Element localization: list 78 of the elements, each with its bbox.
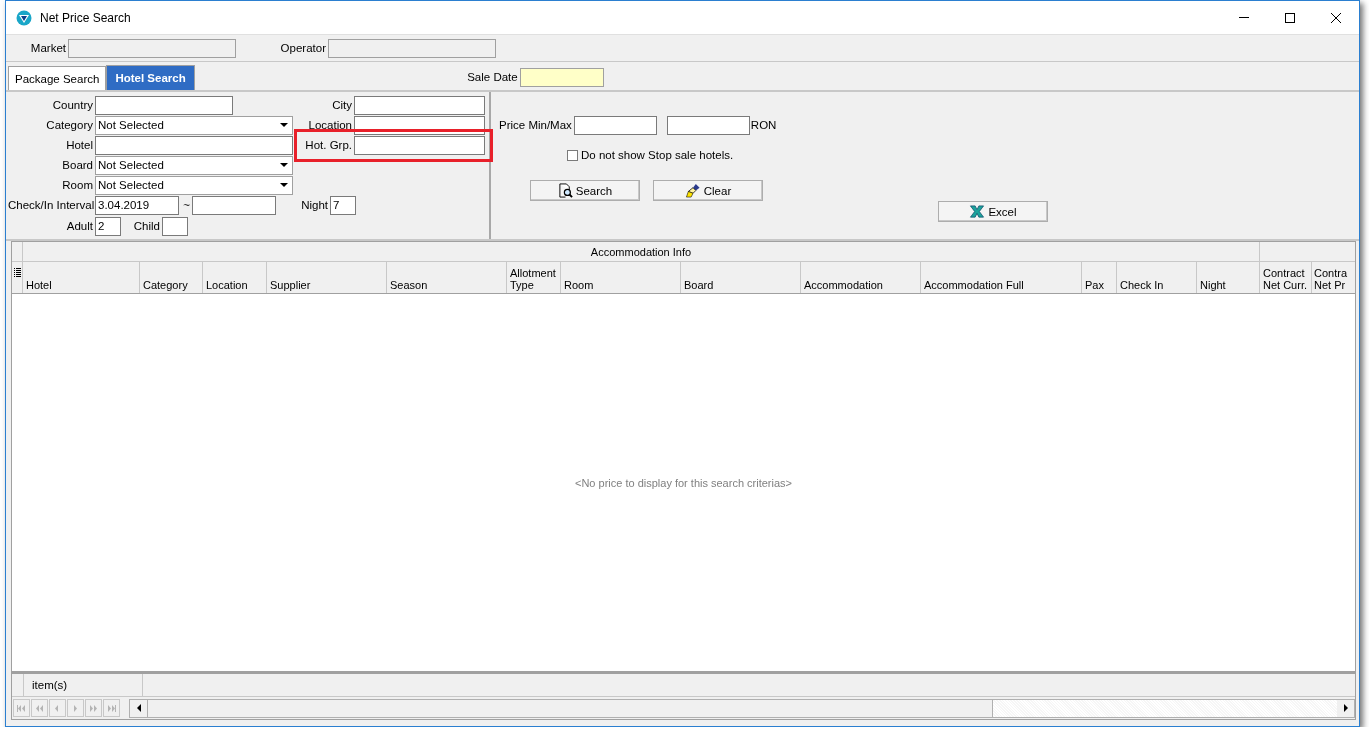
minimize-icon xyxy=(1239,17,1249,18)
tab[interactable]: Package Search xyxy=(8,66,107,90)
app-logo-icon xyxy=(16,9,32,26)
column-header[interactable]: Night xyxy=(1197,262,1260,293)
currency-label: RON xyxy=(750,119,777,131)
column-header[interactable]: Category xyxy=(140,262,203,293)
field-label: Adult xyxy=(65,220,94,232)
field-label: Country xyxy=(51,99,94,111)
column-header[interactable]: Hotel xyxy=(23,262,140,293)
field-label: Price Min/Max xyxy=(499,119,572,131)
item-count: item(s) xyxy=(23,674,143,696)
column-header[interactable]: Room xyxy=(561,262,681,293)
caret-icon xyxy=(280,123,288,127)
input-field[interactable] xyxy=(666,115,750,135)
caret-icon xyxy=(280,183,288,187)
column-header[interactable]: Pax xyxy=(1082,262,1117,293)
column-header[interactable]: Accommodation Full xyxy=(921,262,1082,293)
last-page-icon xyxy=(107,704,116,712)
input-field[interactable] xyxy=(95,135,293,155)
field-label: Hotel xyxy=(65,139,94,151)
close-icon xyxy=(1331,12,1341,23)
column-header[interactable]: Location xyxy=(203,262,267,293)
right-arrow-icon xyxy=(1343,704,1348,712)
next-page-icon xyxy=(89,704,98,712)
window-title: Net Price Search xyxy=(40,10,131,25)
input-field[interactable] xyxy=(573,115,657,135)
next-icon xyxy=(71,704,80,712)
column-header[interactable]: Season xyxy=(387,262,507,293)
caret-icon xyxy=(280,163,288,167)
input-field[interactable]: 2 xyxy=(95,216,121,236)
column-header[interactable]: Board xyxy=(681,262,801,293)
field-label: Room xyxy=(61,179,94,191)
dropdown[interactable]: Not Selected xyxy=(95,175,293,195)
input-field[interactable] xyxy=(519,67,604,87)
field-label: Child xyxy=(132,220,161,232)
excel-button[interactable]: Excel xyxy=(938,201,1048,222)
column-header[interactable]: Contract Net Curr. xyxy=(1260,262,1312,293)
field-label: Market xyxy=(29,42,67,54)
column-header[interactable]: Contra Net Pr xyxy=(1312,262,1348,293)
horizontal-scrollbar[interactable] xyxy=(129,698,1355,718)
input-field[interactable] xyxy=(354,95,485,115)
excel-icon xyxy=(969,204,986,219)
input-field[interactable]: 3.04.2019 xyxy=(95,195,179,215)
left-arrow-icon xyxy=(136,704,141,712)
previous-page-icon xyxy=(35,704,44,712)
field-label: Operator xyxy=(279,42,327,54)
search-button[interactable]: Search xyxy=(530,180,640,201)
column-header[interactable]: Allotment Type xyxy=(507,262,561,293)
field-label: ~ xyxy=(182,199,191,211)
checkbox-label: Do not show Stop sale hotels. xyxy=(581,149,734,161)
field-label: Location xyxy=(307,119,353,131)
column-header[interactable]: Accommodation xyxy=(801,262,921,293)
empty-message: <No price to display for this search criterias> xyxy=(574,476,792,489)
search-icon xyxy=(557,183,573,198)
checkbox[interactable] xyxy=(567,149,578,161)
input-field[interactable] xyxy=(162,216,188,236)
field-label: Night xyxy=(300,199,329,211)
field-label: Board xyxy=(61,159,94,171)
first-page-icon xyxy=(17,704,26,712)
field-label: Hot. Grp. xyxy=(304,139,353,151)
maximize-icon xyxy=(1285,12,1295,23)
dropdown[interactable]: Not Selected xyxy=(95,155,293,175)
dropdown[interactable]: Not Selected xyxy=(95,115,293,135)
clear-button[interactable]: Clear xyxy=(653,180,763,201)
column-header[interactable]: Supplier xyxy=(267,262,387,293)
field-label: City xyxy=(331,99,353,111)
field-label: Sale Date xyxy=(466,71,519,83)
column-group-header: Accommodation Info xyxy=(23,242,1260,261)
tab[interactable]: Hotel Search xyxy=(106,65,195,90)
field-label: Category xyxy=(45,119,94,131)
row-list-icon xyxy=(13,268,21,277)
input-field[interactable] xyxy=(192,195,276,215)
input-field[interactable] xyxy=(95,95,233,115)
column-header[interactable]: Check In xyxy=(1117,262,1197,293)
input-field[interactable]: 7 xyxy=(330,195,356,215)
brush-icon xyxy=(684,183,701,198)
input-field[interactable] xyxy=(354,135,485,155)
field-label: Check/In Interval xyxy=(8,199,95,211)
